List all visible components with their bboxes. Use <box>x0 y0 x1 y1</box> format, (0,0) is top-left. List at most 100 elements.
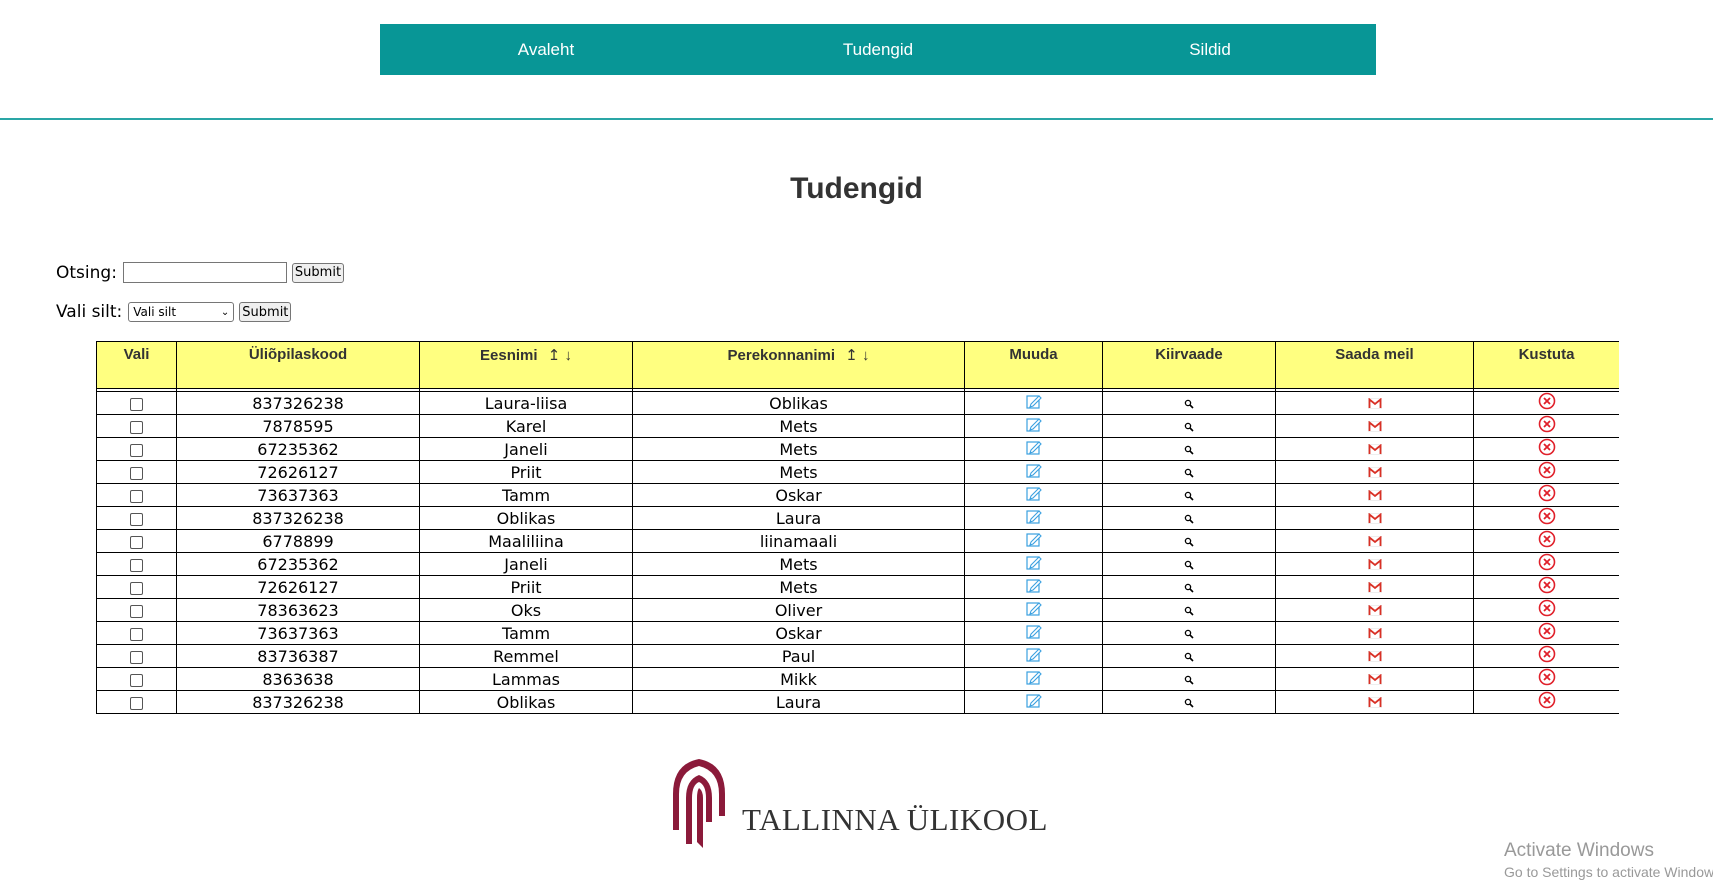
edit-icon[interactable] <box>1025 647 1042 666</box>
delete-x-icon[interactable] <box>1538 645 1556 667</box>
nav-link-students[interactable]: Tudengid <box>712 40 1044 60</box>
table-row: 837326238 Oblikas Laura <box>96 506 1619 530</box>
delete-x-icon[interactable] <box>1538 415 1556 437</box>
preview-cell <box>1102 437 1276 461</box>
gmail-icon[interactable] <box>1367 417 1382 436</box>
magnifier-icon[interactable] <box>1184 624 1194 643</box>
delete-x-icon[interactable] <box>1538 599 1556 621</box>
magnifier-icon[interactable] <box>1184 647 1194 666</box>
delete-cell <box>1473 506 1619 530</box>
delete-x-icon[interactable] <box>1538 392 1556 414</box>
row-checkbox[interactable] <box>130 558 143 572</box>
edit-icon[interactable] <box>1025 417 1042 436</box>
search-submit-button[interactable]: Submit <box>291 262 345 283</box>
sort-asc-last-name[interactable]: ↥ <box>845 347 858 364</box>
university-logo: TALLINNA ÜLIKOOL <box>670 758 1048 848</box>
row-checkbox[interactable] <box>130 397 143 411</box>
nav-link-tags[interactable]: Sildid <box>1044 40 1376 60</box>
row-checkbox[interactable] <box>130 420 143 434</box>
edit-icon[interactable] <box>1025 486 1042 505</box>
gmail-icon[interactable] <box>1367 647 1382 666</box>
tlu-arch-logo-icon <box>673 759 725 848</box>
email-cell <box>1275 667 1474 691</box>
row-checkbox[interactable] <box>130 673 143 687</box>
row-checkbox[interactable] <box>130 443 143 457</box>
magnifier-icon[interactable] <box>1184 693 1194 712</box>
last-name-cell: Mets <box>632 460 965 484</box>
gmail-icon[interactable] <box>1367 578 1382 597</box>
delete-x-icon[interactable] <box>1538 553 1556 575</box>
delete-x-icon[interactable] <box>1538 576 1556 598</box>
nav-link-home[interactable]: Avaleht <box>380 40 712 60</box>
gmail-icon[interactable] <box>1367 463 1382 482</box>
gmail-icon[interactable] <box>1367 440 1382 459</box>
gmail-icon[interactable] <box>1367 394 1382 413</box>
edit-icon[interactable] <box>1025 624 1042 643</box>
row-checkbox[interactable] <box>130 696 143 710</box>
row-checkbox[interactable] <box>130 650 143 664</box>
delete-x-icon[interactable] <box>1538 484 1556 506</box>
edit-icon[interactable] <box>1025 394 1042 413</box>
edit-icon[interactable] <box>1025 578 1042 597</box>
edit-icon[interactable] <box>1025 440 1042 459</box>
gmail-icon[interactable] <box>1367 624 1382 643</box>
sort-asc-first-name[interactable]: ↥ <box>548 347 561 364</box>
row-checkbox[interactable] <box>130 604 143 618</box>
row-checkbox[interactable] <box>130 512 143 526</box>
gmail-icon[interactable] <box>1367 486 1382 505</box>
magnifier-icon[interactable] <box>1184 486 1194 505</box>
edit-icon[interactable] <box>1025 532 1042 551</box>
email-cell <box>1275 414 1474 438</box>
delete-x-icon[interactable] <box>1538 668 1556 690</box>
magnifier-icon[interactable] <box>1184 555 1194 574</box>
email-cell <box>1275 437 1474 461</box>
row-checkbox[interactable] <box>130 489 143 503</box>
row-checkbox[interactable] <box>130 466 143 480</box>
edit-icon[interactable] <box>1025 670 1042 689</box>
delete-x-icon[interactable] <box>1538 622 1556 644</box>
delete-x-icon[interactable] <box>1538 461 1556 483</box>
delete-x-icon[interactable] <box>1538 507 1556 529</box>
col-header-select: Vali <box>96 341 177 389</box>
magnifier-icon[interactable] <box>1184 417 1194 436</box>
magnifier-icon[interactable] <box>1184 532 1194 551</box>
sort-desc-first-name[interactable]: ↓ <box>564 347 572 364</box>
email-cell <box>1275 506 1474 530</box>
row-checkbox[interactable] <box>130 581 143 595</box>
search-input[interactable] <box>122 262 287 283</box>
gmail-icon[interactable] <box>1367 532 1382 551</box>
magnifier-icon[interactable] <box>1184 670 1194 689</box>
select-cell <box>96 391 177 415</box>
first-name-cell: Lammas <box>419 667 633 691</box>
edit-icon[interactable] <box>1025 601 1042 620</box>
email-cell <box>1275 460 1474 484</box>
row-checkbox[interactable] <box>130 627 143 641</box>
gmail-icon[interactable] <box>1367 555 1382 574</box>
edit-cell <box>964 598 1103 622</box>
edit-icon[interactable] <box>1025 463 1042 482</box>
magnifier-icon[interactable] <box>1184 463 1194 482</box>
last-name-header-label: Perekonnanimi <box>727 347 836 364</box>
magnifier-icon[interactable] <box>1184 509 1194 528</box>
gmail-icon[interactable] <box>1367 670 1382 689</box>
gmail-icon[interactable] <box>1367 693 1382 712</box>
edit-icon[interactable] <box>1025 509 1042 528</box>
row-checkbox[interactable] <box>130 535 143 549</box>
tag-submit-button[interactable]: Submit <box>239 302 292 322</box>
magnifier-icon[interactable] <box>1184 440 1194 459</box>
edit-icon[interactable] <box>1025 693 1042 712</box>
magnifier-icon[interactable] <box>1184 394 1194 413</box>
delete-x-icon[interactable] <box>1538 691 1556 713</box>
delete-x-icon[interactable] <box>1538 438 1556 460</box>
students-table-container[interactable]: Vali Üliõpilaskood Eesnimi ↥ ↓ Perekonna… <box>96 341 1619 716</box>
code-cell: 83736387 <box>176 644 420 668</box>
delete-x-icon[interactable] <box>1538 530 1556 552</box>
gmail-icon[interactable] <box>1367 601 1382 620</box>
edit-icon[interactable] <box>1025 555 1042 574</box>
magnifier-icon[interactable] <box>1184 601 1194 620</box>
last-name-cell: Laura <box>632 690 965 714</box>
gmail-icon[interactable] <box>1367 509 1382 528</box>
magnifier-icon[interactable] <box>1184 578 1194 597</box>
sort-desc-last-name[interactable]: ↓ <box>862 347 870 364</box>
tag-select[interactable]: Vali silt ⌄ <box>128 302 235 322</box>
